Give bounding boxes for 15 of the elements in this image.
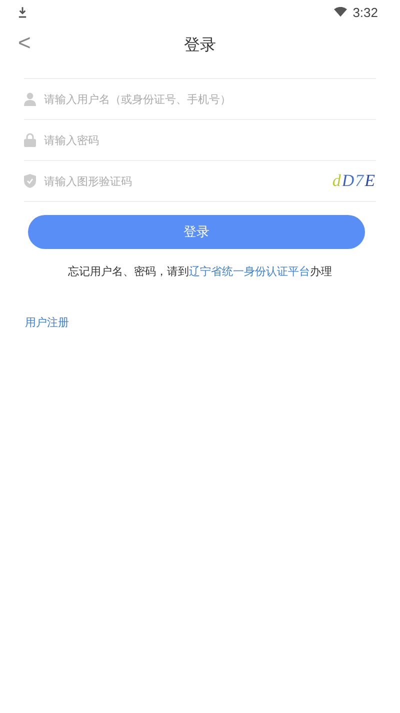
help-text: 忘记用户名、密码，请到辽宁省统一身份认证平台办理 <box>67 264 333 279</box>
back-button[interactable]: < <box>18 30 31 56</box>
page-title: 登录 <box>184 34 216 56</box>
platform-link[interactable]: 辽宁省统一身份认证平台 <box>189 265 310 278</box>
user-icon <box>24 92 36 106</box>
login-button[interactable]: 登录 <box>28 215 365 249</box>
status-time: 3:32 <box>352 4 378 20</box>
register-link[interactable]: 用户注册 <box>25 315 69 330</box>
lock-icon <box>24 133 36 147</box>
shield-icon <box>24 174 36 188</box>
input-field[interactable]: 请输入用户名（或身份证号、手机号） <box>44 92 376 106</box>
input-field[interactable]: 请输入图形验证码 <box>44 174 326 188</box>
input-field[interactable]: 请输入密码 <box>44 134 376 146</box>
download-icon <box>18 6 27 18</box>
wifi-icon <box>334 7 347 17</box>
